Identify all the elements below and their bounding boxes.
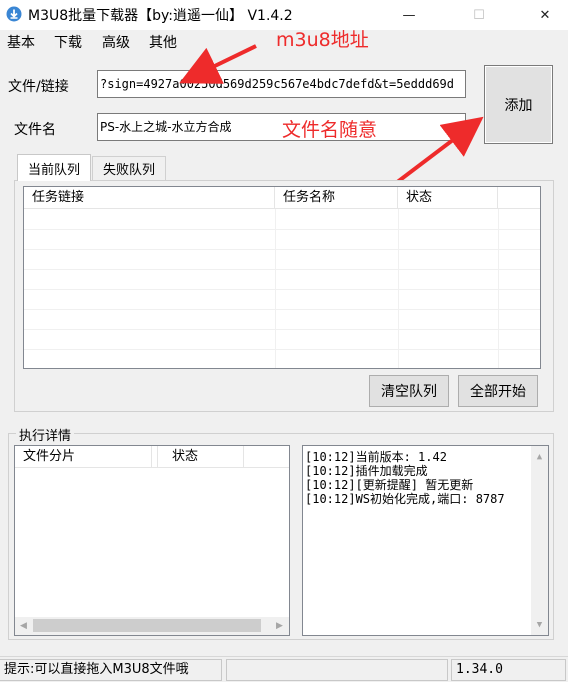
scroll-up-icon[interactable]: ▲ <box>531 448 548 465</box>
grid-line <box>24 349 540 350</box>
status-empty-panel <box>226 659 448 681</box>
grid-line <box>24 289 540 290</box>
menu-advanced[interactable]: 高级 <box>102 32 130 52</box>
column-task-link[interactable]: 任务链接 <box>24 187 275 209</box>
grid-line <box>24 329 540 330</box>
task-list-header: 任务链接 任务名称 状态 <box>24 187 540 209</box>
details-group-title: 执行详情 <box>16 425 75 444</box>
grid-line <box>498 209 499 368</box>
grid-line <box>24 229 540 230</box>
log-line: [10:12]WS初始化完成,端口: 8787 <box>305 492 505 506</box>
grid-line <box>24 269 540 270</box>
clear-queue-button[interactable]: 清空队列 <box>369 375 449 407</box>
url-annotation: m3u8地址 <box>276 29 369 51</box>
scroll-left-icon[interactable]: ◀ <box>15 617 32 634</box>
column-divider <box>152 446 158 468</box>
tab-failed-queue[interactable]: 失败队列 <box>92 156 166 180</box>
column-status[interactable]: 状态 <box>398 187 498 209</box>
menu-download[interactable]: 下载 <box>54 32 82 52</box>
slice-list-header: 文件分片 状态 <box>15 446 289 468</box>
log-output[interactable]: [10:12]当前版本: 1.42 [10:12]插件加载完成 [10:12][… <box>302 445 549 636</box>
log-line: [10:12]插件加载完成 <box>305 464 428 478</box>
vertical-scrollbar[interactable]: ▲ ▼ <box>531 446 548 635</box>
slice-list[interactable]: 文件分片 状态 ◀ ▶ <box>14 445 290 636</box>
column-slice-status[interactable]: 状态 <box>164 446 244 468</box>
task-list[interactable]: 任务链接 任务名称 状态 <box>23 186 541 369</box>
start-all-button[interactable]: 全部开始 <box>458 375 538 407</box>
grid-line <box>24 249 540 250</box>
log-line: [10:12][更新提醒] 暂无更新 <box>305 478 474 492</box>
window-title: M3U8批量下载器【by:逍遥一仙】 V1.4.2 <box>28 8 293 24</box>
menu-other[interactable]: 其他 <box>149 32 177 52</box>
column-file-slice[interactable]: 文件分片 <box>15 446 152 468</box>
scroll-right-icon[interactable]: ▶ <box>271 617 288 634</box>
tab-current-queue[interactable]: 当前队列 <box>17 154 91 181</box>
status-hint: 提示:可以直接拖入M3U8文件哦 <box>0 659 222 681</box>
horizontal-scrollbar[interactable]: ◀ ▶ <box>15 617 289 635</box>
url-input[interactable]: ?sign=4927a00250d569d259c567e4bdc7defd&t… <box>97 70 466 98</box>
grid-line <box>275 209 276 368</box>
scroll-thumb[interactable] <box>33 619 261 632</box>
log-line: [10:12]当前版本: 1.42 <box>305 450 447 464</box>
minimize-icon[interactable]: — <box>386 0 432 30</box>
add-button[interactable]: 添加 <box>484 65 553 144</box>
grid-line <box>398 209 399 368</box>
maximize-icon[interactable]: ☐ <box>456 0 502 30</box>
status-version: 1.34.0 <box>451 659 566 681</box>
grid-line <box>24 309 540 310</box>
filename-label: 文件名 <box>14 122 56 138</box>
column-task-name[interactable]: 任务名称 <box>275 187 398 209</box>
download-icon <box>6 6 22 22</box>
url-label: 文件/链接 <box>8 79 69 95</box>
filename-annotation: 文件名随意 <box>282 119 378 141</box>
scroll-down-icon[interactable]: ▼ <box>531 616 548 633</box>
menu-basic[interactable]: 基本 <box>7 32 35 52</box>
close-icon[interactable]: ✕ <box>522 0 568 30</box>
